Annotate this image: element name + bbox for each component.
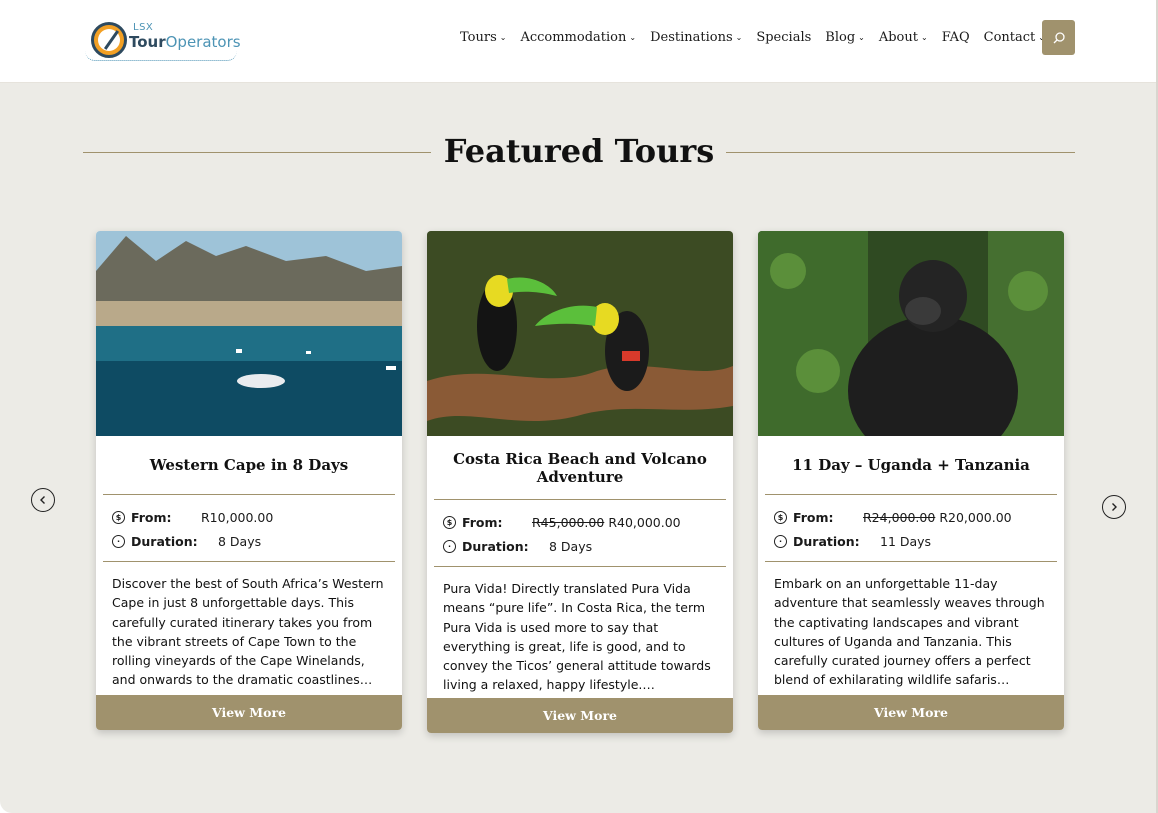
tour-card: Costa Rica Beach and Volcano Adventure $… — [427, 231, 733, 733]
chevron-down-icon: ⌄ — [629, 32, 637, 42]
price-value: R10,000.00 — [201, 509, 274, 525]
tour-image[interactable] — [96, 231, 402, 436]
main-nav: Tours ⌄ Accommodation ⌄ Destinations ⌄ Spec… — [460, 28, 1059, 46]
site-header: LSX TourOperators Tours ⌄ Accommodation ⌄ … — [0, 0, 1158, 83]
price-row: $ From: R45,000.00 R40,000.00 — [443, 510, 717, 534]
price-label: From: — [131, 509, 172, 525]
dollar-icon: $ — [112, 510, 125, 524]
carousel-next-button[interactable] — [1102, 495, 1126, 519]
duration-value: 8 Days — [549, 538, 593, 554]
price-original: R45,000.00 — [532, 514, 605, 530]
tour-meta: $ From: R45,000.00 R40,000.00 · Duration… — [427, 500, 733, 566]
nav-item-about[interactable]: About ⌄ — [879, 28, 928, 46]
nav-item-blog[interactable]: Blog ⌄ — [825, 28, 865, 46]
duration-row: · Duration: 11 Days — [774, 529, 1048, 553]
section-title: Featured Tours — [443, 132, 715, 170]
nav-item-tours[interactable]: Tours ⌄ — [460, 28, 506, 46]
price-label: From: — [462, 514, 503, 530]
dollar-icon: $ — [774, 510, 787, 524]
tour-card: 11 Day – Uganda + Tanzania $ From: R24,0… — [758, 231, 1064, 730]
price-row: $ From: R10,000.00 — [112, 505, 386, 529]
nav-item-specials[interactable]: Specials — [756, 28, 811, 46]
price-value: R20,000.00 — [939, 509, 1012, 525]
price-label: From: — [793, 509, 834, 525]
price-row: $ From: R24,000.00 R20,000.00 — [774, 505, 1048, 529]
tour-image[interactable] — [427, 231, 733, 436]
tour-description: Discover the best of South Africa’s West… — [112, 576, 384, 688]
chevron-down-icon: ⌄ — [920, 32, 928, 42]
compass-icon — [91, 22, 127, 58]
carousel-prev-button[interactable] — [31, 488, 55, 512]
view-more-button[interactable]: View More — [96, 695, 402, 730]
chevron-right-icon — [1112, 503, 1117, 511]
price-value: R40,000.00 — [608, 514, 681, 530]
tour-title[interactable]: 11 Day – Uganda + Tanzania — [758, 436, 1064, 494]
duration-label: Duration: — [131, 533, 198, 549]
dollar-icon: $ — [443, 515, 456, 529]
nav-item-accommodation[interactable]: Accommodation ⌄ — [520, 28, 636, 46]
clock-icon: · — [112, 534, 125, 548]
logo-wordmark: TourOperators — [129, 33, 241, 51]
view-more-button[interactable]: View More — [758, 695, 1064, 730]
site-logo[interactable]: LSX TourOperators — [83, 17, 243, 63]
logo-prefix: LSX — [133, 22, 154, 33]
price-original: R24,000.00 — [863, 509, 936, 525]
duration-label: Duration: — [462, 538, 529, 554]
tour-image[interactable] — [758, 231, 1064, 436]
nav-item-destinations[interactable]: Destinations ⌄ — [650, 28, 742, 46]
tour-description: Embark on an unforgettable 11-day advent… — [774, 576, 1045, 688]
nav-item-contact[interactable]: Contact⌄ — [984, 28, 1045, 46]
chevron-down-icon: ⌄ — [499, 32, 507, 42]
chevron-left-icon — [40, 496, 45, 504]
duration-value: 11 Days — [880, 533, 932, 549]
duration-row: · Duration: 8 Days — [443, 534, 717, 558]
clock-icon: · — [443, 539, 456, 553]
tour-meta: $ From: R24,000.00 R20,000.00 · Duration… — [758, 495, 1064, 561]
duration-label: Duration: — [793, 533, 860, 549]
search-button[interactable] — [1042, 20, 1075, 55]
tour-meta: $ From: R10,000.00 · Duration: 8 Days — [96, 495, 402, 561]
duration-row: · Duration: 8 Days — [112, 529, 386, 553]
tour-description: Pura Vida! Directly translated Pura Vida… — [443, 581, 711, 693]
clock-icon: · — [774, 534, 787, 548]
nav-item-faq[interactable]: FAQ — [942, 28, 970, 46]
chevron-down-icon: ⌄ — [858, 32, 865, 42]
tour-title[interactable]: Costa Rica Beach and Volcano Adventure — [427, 436, 733, 499]
tour-title[interactable]: Western Cape in 8 Days — [96, 436, 402, 494]
search-icon — [1053, 31, 1065, 43]
tour-card: Western Cape in 8 Days $ From: R10,000.0… — [96, 231, 402, 730]
chevron-down-icon: ⌄ — [735, 32, 743, 42]
duration-value: 8 Days — [218, 533, 262, 549]
view-more-button[interactable]: View More — [427, 698, 733, 733]
